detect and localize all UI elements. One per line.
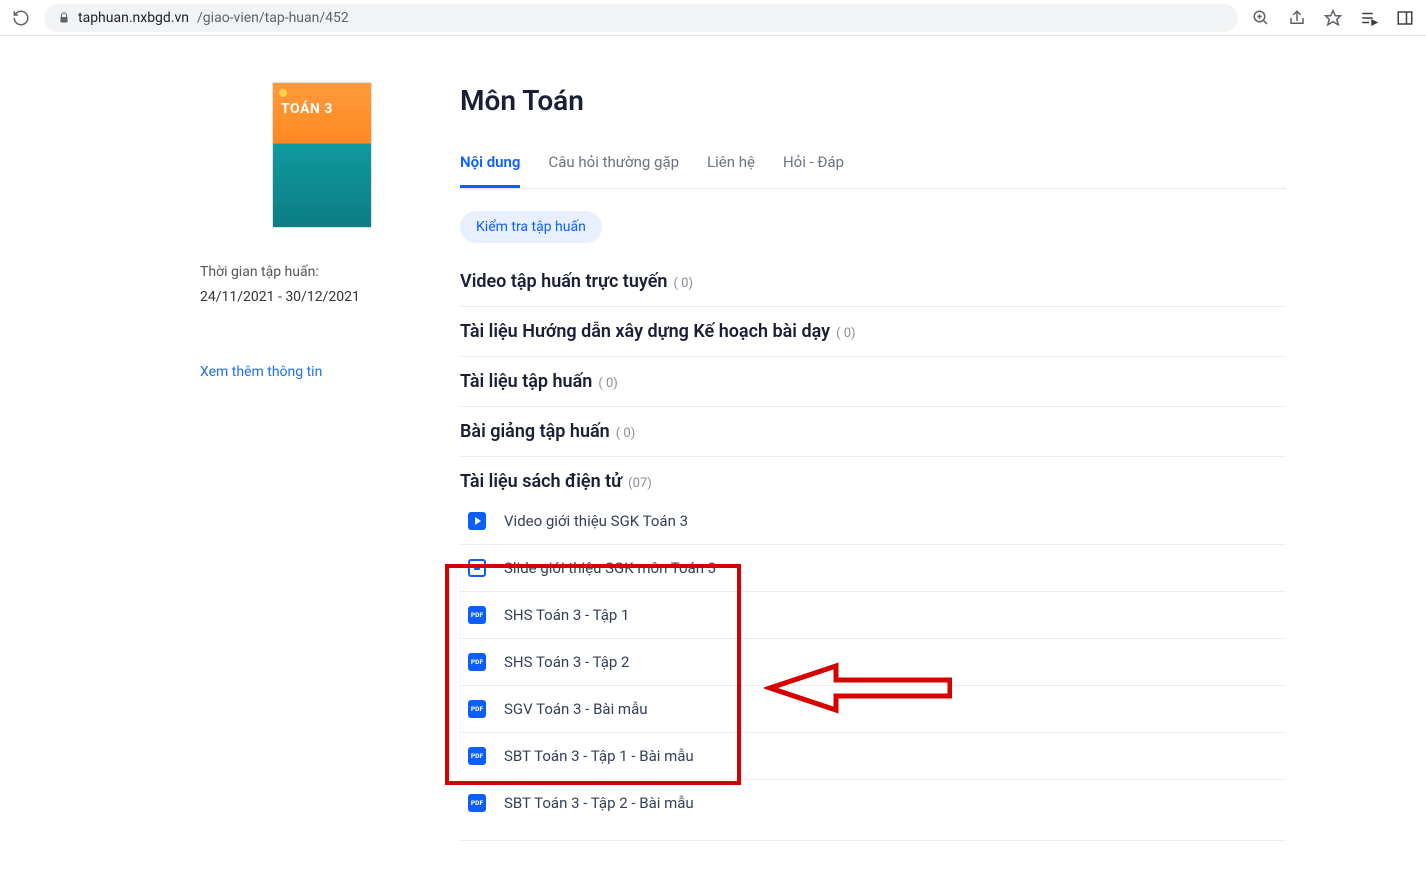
training-period-label: Thời gian tập huấn: bbox=[200, 260, 460, 285]
file-item[interactable]: Video giới thiệu SGK Toán 3 bbox=[460, 498, 1286, 544]
lock-icon bbox=[58, 11, 70, 25]
more-info-link[interactable]: Xem thêm thông tin bbox=[200, 364, 460, 380]
section-4: Tài liệu sách điện tử (07) Video giới thi… bbox=[460, 457, 1286, 841]
file-item[interactable]: Slide giới thiệu SGK môn Toán 3 bbox=[460, 544, 1286, 591]
section-count: ( 0) bbox=[836, 326, 856, 341]
browser-bar: taphuan.nxbgd.vn/giao-vien/tap-huan/452 bbox=[0, 0, 1426, 36]
page-title: Môn Toán bbox=[460, 84, 1286, 117]
section-count: (07) bbox=[628, 476, 652, 491]
file-item[interactable]: PDF SHS Toán 3 - Tập 2 bbox=[460, 638, 1286, 685]
url-host: taphuan.nxbgd.vn bbox=[78, 10, 189, 26]
section-3: Bài giảng tập huấn ( 0) bbox=[460, 407, 1286, 457]
tab-3[interactable]: Hỏi - Đáp bbox=[783, 145, 844, 188]
section-title: Bài giảng tập huấn bbox=[460, 421, 610, 442]
pdf-icon: PDF bbox=[468, 794, 486, 812]
section-title: Video tập huấn trực tuyến bbox=[460, 271, 667, 292]
section-1: Tài liệu Hướng dẫn xây dựng Kế hoạch bài… bbox=[460, 307, 1286, 357]
pdf-icon: PDF bbox=[468, 606, 486, 624]
main-content: Môn Toán Nội dung Câu hỏi thường gặp Liên … bbox=[460, 36, 1426, 881]
section-count: ( 0) bbox=[616, 426, 636, 441]
star-icon[interactable] bbox=[1324, 9, 1342, 27]
file-item-label: SBT Toán 3 - Tập 2 - Bài mẫu bbox=[504, 794, 694, 812]
tab-1[interactable]: Câu hỏi thường gặp bbox=[548, 145, 679, 188]
file-item[interactable]: PDF SGV Toán 3 - Bài mẫu bbox=[460, 685, 1286, 732]
tabs: Nội dung Câu hỏi thường gặp Liên hệ Hỏi - Đ… bbox=[460, 145, 1286, 189]
file-item[interactable]: PDF SBT Toán 3 - Tập 1 - Bài mẫu bbox=[460, 732, 1286, 779]
section-count: ( 0) bbox=[598, 376, 618, 391]
tab-0[interactable]: Nội dung bbox=[460, 145, 520, 188]
pdf-icon: PDF bbox=[468, 747, 486, 765]
reload-icon[interactable] bbox=[12, 9, 30, 27]
check-training-button[interactable]: Kiểm tra tập huấn bbox=[460, 211, 602, 243]
slide-icon bbox=[468, 559, 486, 577]
pdf-icon: PDF bbox=[468, 700, 486, 718]
section-2: Tài liệu tập huấn ( 0) bbox=[460, 357, 1286, 407]
file-item-label: SBT Toán 3 - Tập 1 - Bài mẫu bbox=[504, 747, 694, 765]
file-item-label: Slide giới thiệu SGK môn Toán 3 bbox=[504, 559, 716, 577]
section-0: Video tập huấn trực tuyến ( 0) bbox=[460, 257, 1286, 307]
browser-actions bbox=[1252, 9, 1414, 27]
training-period-dates: 24/11/2021 - 30/12/2021 bbox=[200, 285, 460, 310]
section-count: ( 0) bbox=[673, 276, 693, 291]
file-item-label: SHS Toán 3 - Tập 1 bbox=[504, 606, 629, 624]
section-title: Tài liệu sách điện tử bbox=[460, 471, 622, 492]
file-item[interactable]: PDF SHS Toán 3 - Tập 1 bbox=[460, 591, 1286, 638]
tab-2[interactable]: Liên hệ bbox=[707, 145, 755, 188]
book-cover: TOÁN 3 bbox=[272, 82, 372, 228]
play-icon bbox=[468, 512, 486, 530]
panel-icon[interactable] bbox=[1396, 9, 1414, 27]
zoom-icon[interactable] bbox=[1252, 9, 1270, 27]
file-item-label: SGV Toán 3 - Bài mẫu bbox=[504, 700, 648, 718]
file-item[interactable]: PDF SBT Toán 3 - Tập 2 - Bài mẫu bbox=[460, 779, 1286, 826]
url-path: /giao-vien/tap-huan/452 bbox=[197, 10, 349, 26]
file-item-label: Video giới thiệu SGK Toán 3 bbox=[504, 512, 688, 530]
share-icon[interactable] bbox=[1288, 9, 1306, 27]
url-bar[interactable]: taphuan.nxbgd.vn/giao-vien/tap-huan/452 bbox=[44, 4, 1238, 32]
file-item-label: SHS Toán 3 - Tập 2 bbox=[504, 653, 629, 671]
sidebar: TOÁN 3 Thời gian tập huấn: 24/11/2021 - … bbox=[0, 36, 460, 881]
playlist-icon[interactable] bbox=[1360, 9, 1378, 27]
pdf-icon: PDF bbox=[468, 653, 486, 671]
book-cover-title: TOÁN 3 bbox=[281, 101, 363, 117]
section-title: Tài liệu Hướng dẫn xây dựng Kế hoạch bài… bbox=[460, 321, 830, 342]
section-title: Tài liệu tập huấn bbox=[460, 371, 592, 392]
